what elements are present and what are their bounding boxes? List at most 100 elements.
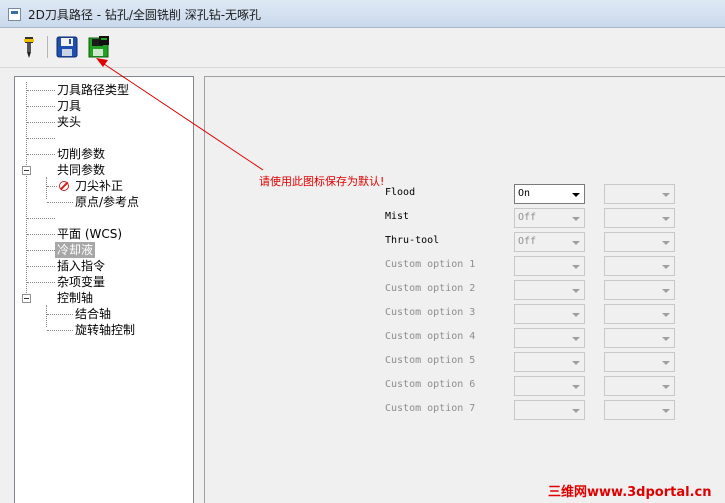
tree-item-cut-parameters[interactable]: 切削参数 <box>57 146 105 162</box>
custom-option-1-select[interactable] <box>514 256 585 276</box>
custom-option-3-label: Custom option 3 <box>385 307 476 318</box>
custom-option-4-extra-select[interactable] <box>604 328 675 348</box>
flood-label: Flood <box>385 187 416 198</box>
tree-item-tip-compensation[interactable]: 刀尖补正 <box>75 178 123 194</box>
thru-tool-label: Thru-tool <box>385 235 440 246</box>
chevron-down-icon <box>572 241 580 245</box>
hint-text: 请使用此图标保存为默认! <box>259 175 385 188</box>
chevron-down-icon <box>662 337 670 341</box>
tree-item-misc-values[interactable]: 杂项变量 <box>57 274 105 290</box>
chevron-down-icon <box>662 361 670 365</box>
tool-button[interactable] <box>16 34 42 60</box>
save-default-button[interactable] <box>86 34 112 60</box>
chevron-down-icon <box>662 265 670 269</box>
custom-option-2-extra-select[interactable] <box>604 280 675 300</box>
tree-item-toolpath-type[interactable]: 刀具路径类型 <box>57 82 129 98</box>
custom-option-6-extra-select[interactable] <box>604 376 675 396</box>
tree-item-coolant[interactable]: 冷却液 <box>55 242 96 258</box>
tree-line <box>47 186 57 187</box>
chevron-down-icon <box>572 217 580 221</box>
custom-option-7-select[interactable] <box>514 400 585 420</box>
tree-item-planes-wcs[interactable]: 平面 (WCS) <box>57 226 122 242</box>
tree-line <box>27 138 55 139</box>
custom-option-1-label: Custom option 1 <box>385 259 476 270</box>
thru-tool-option-select[interactable] <box>604 232 675 252</box>
flood-value: On <box>518 188 531 199</box>
tree-item-tool[interactable]: 刀具 <box>57 98 81 114</box>
tree-line <box>27 90 55 91</box>
chevron-down-icon <box>662 193 670 197</box>
thru-tool-select[interactable]: Off <box>514 232 585 252</box>
flood-select[interactable]: On <box>514 184 585 204</box>
custom-option-5-select[interactable] <box>514 352 585 372</box>
collapse-icon[interactable] <box>22 166 31 175</box>
custom-option-6-label: Custom option 6 <box>385 379 476 390</box>
chevron-down-icon <box>572 337 580 341</box>
tree-line <box>27 234 55 235</box>
tree-line <box>47 314 73 315</box>
window-title: 2D刀具路径 - 钻孔/全圆铣削 深孔钻-无啄孔 <box>28 8 262 22</box>
tree-line <box>46 305 47 327</box>
custom-option-6-select[interactable] <box>514 376 585 396</box>
tool-icon <box>24 37 34 58</box>
tree-line <box>26 82 27 297</box>
parameter-tree[interactable]: 刀具路径类型 刀具 夹头 切削参数 共同参数 刀尖补正 原点/参考点 平面 (W… <box>14 76 194 503</box>
tree-line <box>47 330 73 331</box>
disabled-icon <box>59 181 69 191</box>
tree-item-axis-control[interactable]: 控制轴 <box>57 290 93 306</box>
collapse-icon[interactable] <box>22 294 31 303</box>
chevron-down-icon <box>572 265 580 269</box>
tree-line <box>27 266 55 267</box>
tree-item-canned-text[interactable]: 插入指令 <box>57 258 105 274</box>
tree-item-axis-combination[interactable]: 结合轴 <box>75 306 111 322</box>
custom-option-4-select[interactable] <box>514 328 585 348</box>
chevron-down-icon <box>662 313 670 317</box>
custom-option-7-extra-select[interactable] <box>604 400 675 420</box>
custom-option-2-select[interactable] <box>514 280 585 300</box>
chevron-down-icon <box>662 385 670 389</box>
mist-value: Off <box>518 212 537 223</box>
custom-option-5-label: Custom option 5 <box>385 355 476 366</box>
mist-label: Mist <box>385 211 410 222</box>
thru-tool-value: Off <box>518 236 537 247</box>
tree-line <box>27 122 55 123</box>
chevron-down-icon <box>572 289 580 293</box>
tree-item-home-ref-point[interactable]: 原点/参考点 <box>75 194 139 210</box>
chevron-down-icon <box>662 289 670 293</box>
chevron-down-icon <box>572 313 580 317</box>
custom-option-4-label: Custom option 4 <box>385 331 476 342</box>
tree-item-rotary-axis-control[interactable]: 旋转轴控制 <box>75 322 135 338</box>
tree-line <box>27 250 55 251</box>
watermark: 三维网www.3dportal.cn <box>548 485 712 500</box>
custom-option-7-label: Custom option 7 <box>385 403 476 414</box>
tree-line <box>27 282 55 283</box>
mist-select[interactable]: Off <box>514 208 585 228</box>
tree-item-holder[interactable]: 夹头 <box>57 114 81 130</box>
tree-line <box>27 218 55 219</box>
flood-option-select[interactable] <box>604 184 675 204</box>
tree-item-linking-parameters[interactable]: 共同参数 <box>57 162 105 178</box>
chevron-down-icon <box>662 409 670 413</box>
tree-line <box>46 177 47 199</box>
custom-option-1-extra-select[interactable] <box>604 256 675 276</box>
tree-line <box>47 202 73 203</box>
toolbar <box>0 28 725 68</box>
chevron-down-icon <box>572 361 580 365</box>
title-bar: 2D刀具路径 - 钻孔/全圆铣削 深孔钻-无啄孔 <box>0 0 725 28</box>
mist-option-select[interactable] <box>604 208 675 228</box>
tree-line <box>27 106 55 107</box>
custom-option-3-extra-select[interactable] <box>604 304 675 324</box>
app-icon <box>8 8 21 21</box>
save-icon <box>56 36 78 58</box>
custom-option-2-label: Custom option 2 <box>385 283 476 294</box>
tree-line <box>27 154 55 155</box>
custom-option-3-select[interactable] <box>514 304 585 324</box>
chevron-down-icon <box>662 241 670 245</box>
chevron-down-icon <box>572 193 580 197</box>
save-button[interactable] <box>54 34 80 60</box>
chevron-down-icon <box>662 217 670 221</box>
chevron-down-icon <box>572 385 580 389</box>
custom-option-5-extra-select[interactable] <box>604 352 675 372</box>
save-default-icon <box>88 36 109 58</box>
chevron-down-icon <box>572 409 580 413</box>
